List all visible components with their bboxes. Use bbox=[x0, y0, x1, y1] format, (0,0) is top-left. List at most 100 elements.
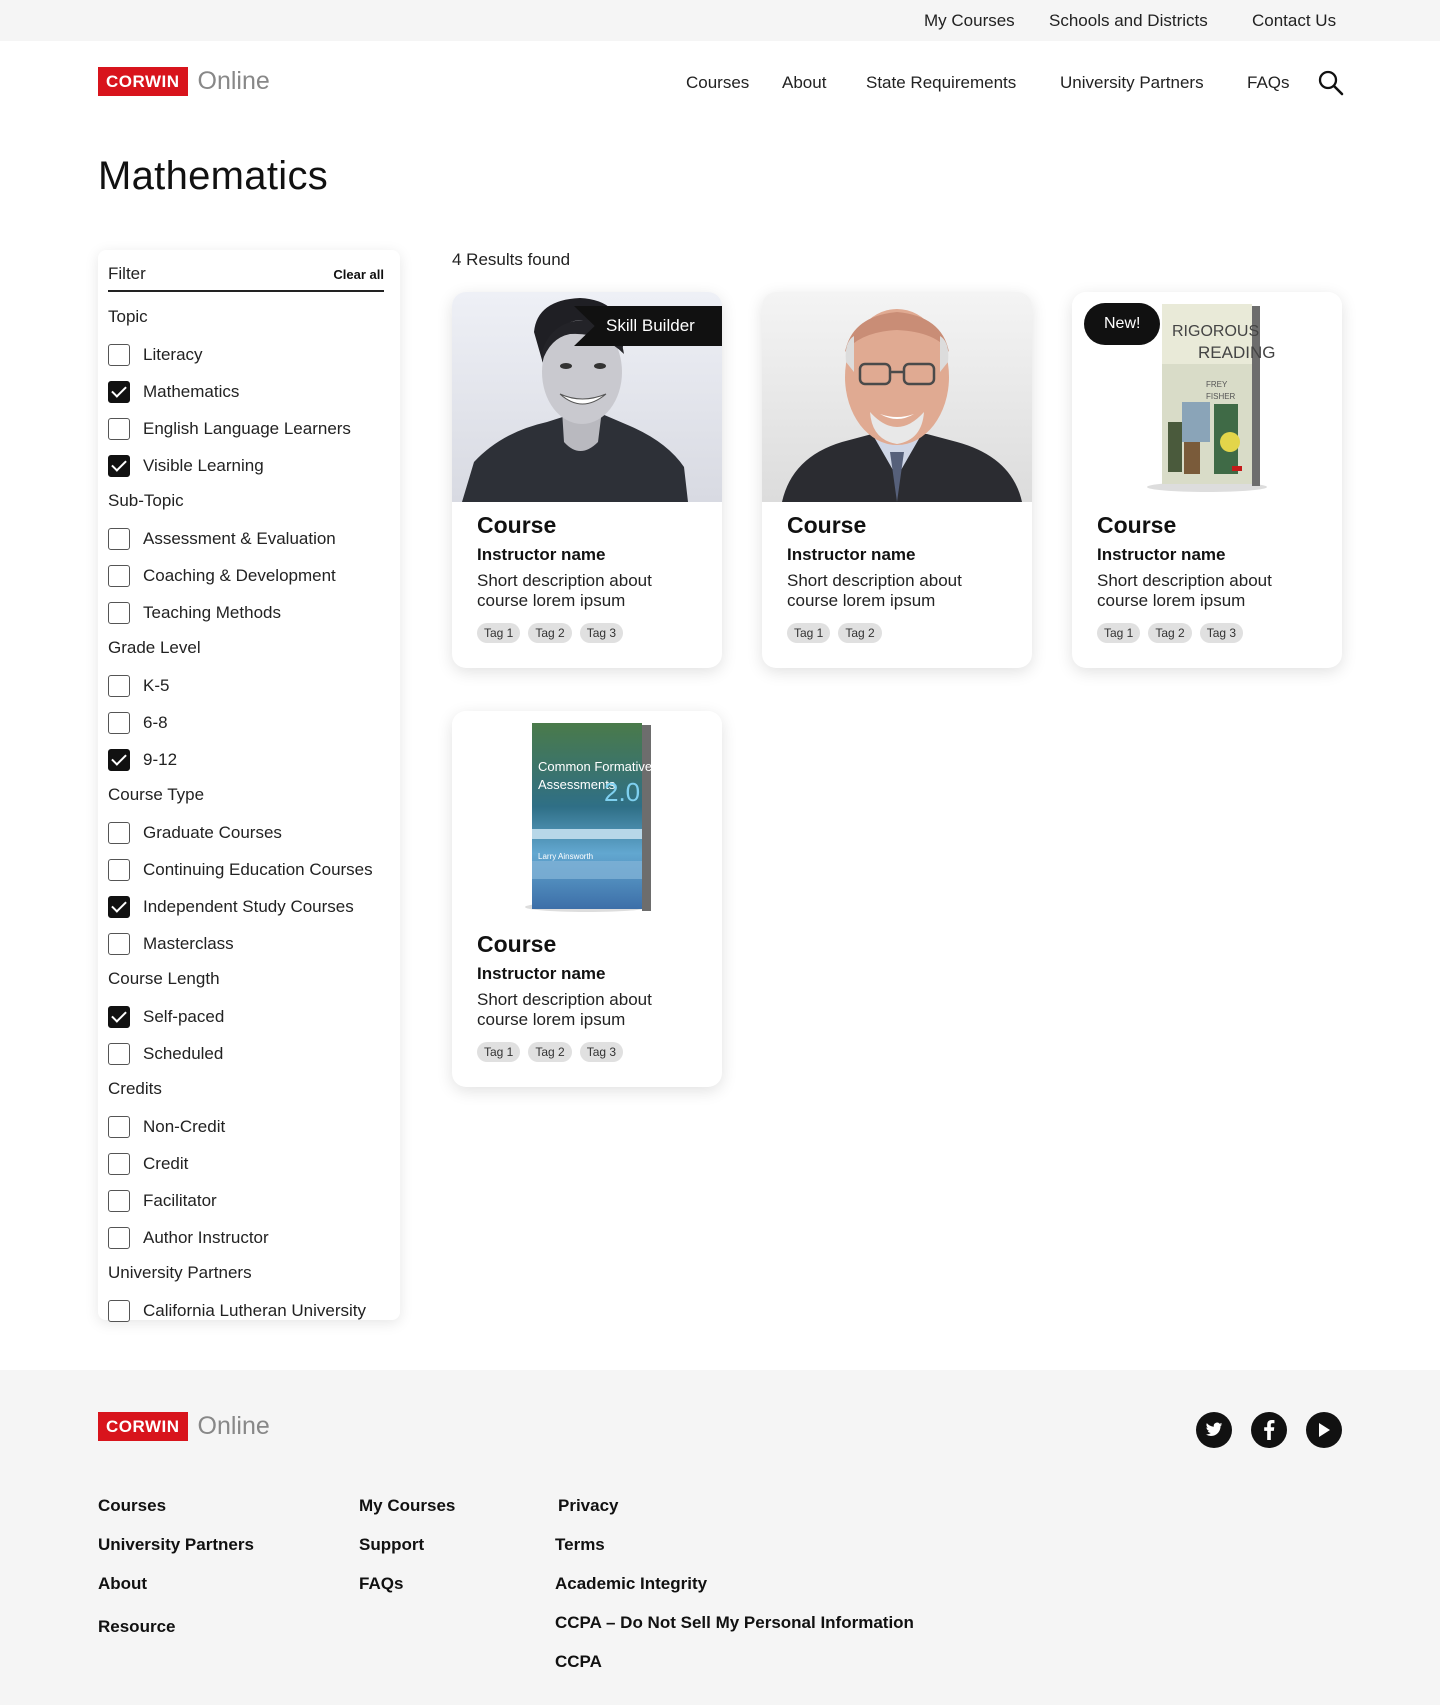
footer-link-ccpa[interactable]: CCPA bbox=[555, 1652, 602, 1672]
filter-checkbox[interactable] bbox=[108, 748, 130, 771]
tag: Tag 2 bbox=[528, 623, 572, 643]
filter-checkbox[interactable] bbox=[108, 564, 130, 587]
filter-option[interactable]: Assessment & Evaluation bbox=[108, 520, 398, 557]
filter-checkbox[interactable] bbox=[108, 1115, 130, 1138]
course-card[interactable]: RIGOROUS READING FREY FISHER New! Course… bbox=[1072, 292, 1342, 668]
filter-checkbox[interactable] bbox=[108, 527, 130, 550]
filter-checkbox[interactable] bbox=[108, 1226, 130, 1249]
filter-option-label: Credit bbox=[143, 1153, 189, 1173]
filter-option[interactable]: Mathematics bbox=[108, 373, 398, 410]
filter-option[interactable]: Visible Learning bbox=[108, 447, 398, 484]
filter-option[interactable]: Facilitator bbox=[108, 1182, 398, 1219]
nav-university-partners[interactable]: University Partners bbox=[1060, 73, 1204, 93]
filter-checkbox[interactable] bbox=[108, 601, 130, 624]
filter-option[interactable]: English Language Learners bbox=[108, 410, 398, 447]
filter-option[interactable]: 6-8 bbox=[108, 704, 398, 741]
youtube-icon[interactable] bbox=[1306, 1412, 1342, 1448]
filter-checkbox[interactable] bbox=[108, 417, 130, 440]
footer-link-about[interactable]: About bbox=[98, 1574, 147, 1594]
filter-checkbox[interactable] bbox=[108, 1005, 130, 1028]
tag: Tag 1 bbox=[477, 1042, 521, 1062]
footer-link-resource[interactable]: Resource bbox=[98, 1617, 175, 1637]
nav-state-requirements[interactable]: State Requirements bbox=[866, 73, 1016, 93]
filter-checkbox[interactable] bbox=[108, 1299, 130, 1322]
filter-option[interactable]: Scheduled bbox=[108, 1035, 398, 1072]
twitter-icon[interactable] bbox=[1196, 1412, 1232, 1448]
facebook-icon[interactable] bbox=[1251, 1412, 1287, 1448]
filter-checkbox[interactable] bbox=[108, 932, 130, 955]
filter-checkbox[interactable] bbox=[108, 1189, 130, 1212]
utility-link-my-courses[interactable]: My Courses bbox=[924, 11, 1015, 31]
filter-option-label: Coaching & Development bbox=[143, 565, 336, 585]
tag: Tag 2 bbox=[838, 623, 882, 643]
filter-checkbox[interactable] bbox=[108, 343, 130, 366]
new-badge: New! bbox=[1084, 303, 1161, 345]
filter-option[interactable]: Graduate Courses bbox=[108, 814, 398, 851]
footer-link-ccpa-do-not-sell[interactable]: CCPA – Do Not Sell My Personal Informati… bbox=[555, 1613, 914, 1633]
footer-logo[interactable]: CORWIN Online bbox=[98, 1412, 270, 1441]
filter-panel: Filter Clear all Topic Literacy Mathematic… bbox=[98, 250, 400, 1322]
filter-option[interactable]: California Lutheran University bbox=[108, 1292, 398, 1329]
course-description: Short description about course lorem ips… bbox=[787, 571, 962, 610]
nav-about[interactable]: About bbox=[782, 73, 826, 93]
footer-link-terms[interactable]: Terms bbox=[555, 1535, 605, 1555]
filter-option[interactable]: Literacy bbox=[108, 336, 398, 373]
course-title: Course bbox=[1097, 512, 1177, 538]
instructor-photo bbox=[762, 292, 1032, 502]
tag-list: Tag 1 Tag 2 bbox=[787, 623, 1017, 643]
site-logo[interactable]: CORWIN Online bbox=[98, 67, 270, 96]
logo-online: Online bbox=[197, 1412, 270, 1440]
footer-link-academic-integrity[interactable]: Academic Integrity bbox=[555, 1574, 707, 1594]
filter-option-label: Independent Study Courses bbox=[143, 896, 354, 916]
filter-checkbox[interactable] bbox=[108, 858, 130, 881]
filter-checkbox[interactable] bbox=[108, 895, 130, 918]
filter-option-label: Masterclass bbox=[143, 933, 234, 953]
nav-faqs[interactable]: FAQs bbox=[1247, 73, 1290, 93]
clear-all-button[interactable]: Clear all bbox=[333, 267, 384, 282]
footer-link-my-courses[interactable]: My Courses bbox=[359, 1496, 455, 1516]
tag: Tag 3 bbox=[579, 623, 624, 643]
filter-checkbox[interactable] bbox=[108, 711, 130, 734]
filter-option-label: Scheduled bbox=[143, 1043, 224, 1063]
footer-link-faqs[interactable]: FAQs bbox=[359, 1574, 403, 1594]
filter-option[interactable]: Self-paced bbox=[108, 998, 398, 1035]
filter-option[interactable]: K-5 bbox=[108, 667, 398, 704]
search-icon[interactable] bbox=[1316, 68, 1346, 98]
filter-checkbox[interactable] bbox=[108, 1152, 130, 1175]
filter-option[interactable]: Teaching Methods bbox=[108, 594, 398, 631]
tag: Tag 3 bbox=[579, 1042, 624, 1062]
filter-option-label: English Language Learners bbox=[143, 418, 351, 438]
course-description: Short description about course lorem ips… bbox=[1097, 571, 1272, 610]
footer-link-support[interactable]: Support bbox=[359, 1535, 424, 1555]
filter-group-title: Course Length bbox=[108, 969, 220, 988]
footer: CORWIN Online Courses University Partner… bbox=[0, 1370, 1440, 1705]
footer-link-courses[interactable]: Courses bbox=[98, 1496, 166, 1516]
tag: Tag 1 bbox=[477, 623, 521, 643]
nav-courses[interactable]: Courses bbox=[686, 73, 749, 93]
filter-checkbox[interactable] bbox=[108, 674, 130, 697]
filter-option-label: Facilitator bbox=[143, 1190, 217, 1210]
cover-title-a: Common Formative bbox=[538, 759, 652, 774]
filter-checkbox[interactable] bbox=[108, 821, 130, 844]
course-card[interactable]: Skill Builder Course Instructor name Sho… bbox=[452, 292, 722, 668]
tag: Tag 2 bbox=[1148, 623, 1192, 643]
filter-checkbox[interactable] bbox=[108, 454, 130, 477]
utility-link-contact[interactable]: Contact Us bbox=[1252, 11, 1336, 31]
course-card[interactable]: Course Instructor name Short description… bbox=[762, 292, 1032, 668]
filter-option[interactable]: Continuing Education Courses bbox=[108, 851, 398, 888]
course-card[interactable]: Common Formative Assessments 2.0 Larry A… bbox=[452, 711, 722, 1087]
filter-option[interactable]: Masterclass bbox=[108, 925, 398, 962]
filter-title: Filter bbox=[108, 264, 146, 283]
footer-link-university-partners[interactable]: University Partners bbox=[98, 1535, 254, 1555]
filter-option[interactable]: Independent Study Courses bbox=[108, 888, 398, 925]
utility-link-schools-districts[interactable]: Schools and Districts bbox=[1049, 11, 1208, 31]
filter-option[interactable]: Author Instructor bbox=[108, 1219, 398, 1256]
filter-option[interactable]: Credit bbox=[108, 1145, 398, 1182]
filter-option[interactable]: 9-12 bbox=[108, 741, 398, 778]
filter-checkbox[interactable] bbox=[108, 380, 130, 403]
filter-option[interactable]: Coaching & Development bbox=[108, 557, 398, 594]
filter-checkbox[interactable] bbox=[108, 1042, 130, 1065]
footer-link-privacy[interactable]: Privacy bbox=[558, 1496, 619, 1516]
filter-group-title: Grade Level bbox=[108, 638, 201, 657]
filter-option[interactable]: Non-Credit bbox=[108, 1108, 398, 1145]
